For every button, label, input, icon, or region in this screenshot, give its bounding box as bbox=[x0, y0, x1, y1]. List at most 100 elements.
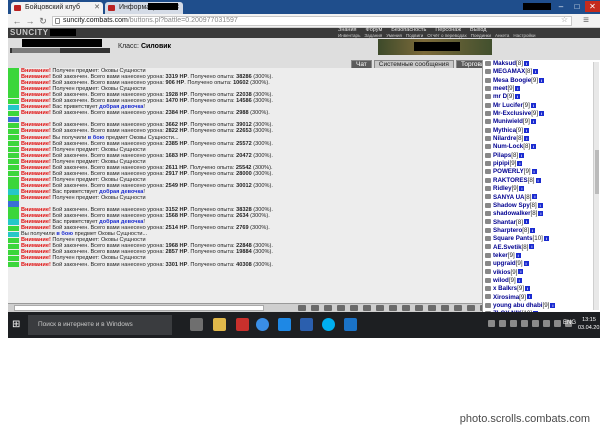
online-user[interactable]: young abu dhabi[9] i bbox=[483, 302, 600, 310]
user-name[interactable]: Maksud bbox=[493, 60, 516, 67]
online-user[interactable]: Num-Lock[8] i bbox=[483, 143, 600, 151]
tray-icon[interactable] bbox=[488, 320, 495, 327]
task-view-icon[interactable] bbox=[190, 318, 203, 331]
online-user[interactable]: Mr Lucifer[9] i bbox=[483, 102, 600, 110]
user-name[interactable]: Mr-Exclusive bbox=[493, 110, 531, 117]
online-user[interactable]: Square Pants[10] i bbox=[483, 235, 600, 243]
user-name[interactable]: teker bbox=[493, 252, 508, 259]
chrome-menu-icon[interactable]: ≡ bbox=[580, 15, 592, 27]
tray-icon[interactable] bbox=[521, 320, 528, 327]
timestamp-marker[interactable] bbox=[8, 189, 19, 195]
online-user[interactable]: wilod[9] i bbox=[483, 277, 600, 285]
user-name[interactable]: Mr Lucifer bbox=[493, 102, 523, 109]
timestamp-marker[interactable] bbox=[8, 219, 19, 225]
user-info-icon[interactable]: i bbox=[515, 94, 520, 100]
online-user[interactable]: Shantar[8] i bbox=[483, 219, 600, 227]
timestamp-marker[interactable] bbox=[8, 183, 19, 189]
chat-tool-icon[interactable] bbox=[402, 305, 410, 311]
online-user[interactable]: Pilaps[8] i bbox=[483, 152, 600, 160]
timestamp-marker[interactable] bbox=[8, 128, 19, 135]
chat-tool-icon[interactable] bbox=[428, 305, 436, 311]
online-user[interactable]: upgraid[9] i bbox=[483, 260, 600, 268]
browser-tab-active[interactable]: Бойцовский клуб ✕ bbox=[11, 2, 103, 14]
game-app-icon[interactable] bbox=[236, 318, 249, 331]
timestamp-marker[interactable] bbox=[8, 231, 19, 237]
tray-icon[interactable] bbox=[510, 320, 517, 327]
user-name[interactable]: RAKTORES bbox=[493, 177, 528, 184]
user-info-icon[interactable]: i bbox=[539, 110, 545, 116]
user-info-icon[interactable]: i bbox=[523, 127, 529, 133]
user-info-icon[interactable]: i bbox=[533, 69, 539, 75]
user-name[interactable]: vikios bbox=[493, 269, 511, 276]
timestamp-marker[interactable] bbox=[8, 237, 19, 243]
timestamp-marker[interactable] bbox=[8, 80, 19, 86]
online-user[interactable]: Shadow Spy[8] i bbox=[483, 202, 600, 210]
online-user[interactable]: RAKTORES[8] i bbox=[483, 177, 600, 185]
chat-tool-icon[interactable] bbox=[350, 305, 358, 311]
user-info-icon[interactable]: i bbox=[535, 177, 541, 183]
chat-tool-icon[interactable] bbox=[298, 305, 306, 311]
user-info-icon[interactable]: i bbox=[515, 252, 521, 258]
ad-banner[interactable] bbox=[378, 39, 492, 55]
timestamp-marker[interactable] bbox=[8, 104, 19, 110]
user-name[interactable]: Mesa Boogie bbox=[493, 77, 531, 84]
maximize-icon[interactable]: □ bbox=[569, 1, 585, 12]
user-name[interactable]: Num-Lock bbox=[493, 143, 523, 150]
user-info-icon[interactable]: i bbox=[523, 219, 529, 225]
user-info-icon[interactable]: i bbox=[524, 286, 530, 292]
user-name[interactable]: Shantar bbox=[493, 219, 516, 226]
user-info-icon[interactable]: i bbox=[515, 85, 521, 91]
tab-chat[interactable]: Чат bbox=[351, 60, 372, 68]
user-info-icon[interactable]: i bbox=[537, 202, 543, 208]
timestamp-marker[interactable] bbox=[8, 140, 19, 147]
user-info-icon[interactable]: i bbox=[531, 144, 537, 150]
language-indicator[interactable]: ENG bbox=[563, 320, 576, 326]
timestamp-marker[interactable] bbox=[8, 110, 19, 117]
online-user[interactable]: Xirosima[9] i bbox=[483, 294, 600, 302]
timestamp-marker[interactable] bbox=[8, 249, 19, 256]
chat-tool-icon[interactable] bbox=[311, 305, 319, 311]
tab-close-icon[interactable]: ✕ bbox=[94, 2, 100, 14]
online-user[interactable]: shadowalker[8] i bbox=[483, 210, 600, 218]
reload-icon[interactable]: ↻ bbox=[37, 15, 49, 27]
user-info-icon[interactable]: i bbox=[550, 302, 556, 308]
timestamp-marker[interactable] bbox=[8, 68, 19, 74]
timestamp-marker[interactable] bbox=[8, 116, 19, 123]
user-info-icon[interactable]: i bbox=[527, 294, 533, 300]
user-info-icon[interactable]: i bbox=[532, 194, 538, 200]
chat-tool-icon[interactable] bbox=[454, 305, 462, 311]
user-name[interactable]: Shadow Spy bbox=[493, 202, 530, 209]
online-user[interactable]: vikios[9] i bbox=[483, 269, 600, 277]
chat-tool-icon[interactable] bbox=[376, 305, 384, 311]
chat-tool-icon[interactable] bbox=[467, 305, 475, 311]
tray-icon[interactable] bbox=[532, 320, 539, 327]
file-explorer-icon[interactable] bbox=[213, 318, 226, 331]
online-user[interactable]: teker[9] i bbox=[483, 252, 600, 260]
user-info-icon[interactable]: i bbox=[519, 152, 525, 158]
user-info-icon[interactable]: i bbox=[518, 269, 524, 275]
timestamp-marker[interactable] bbox=[8, 255, 19, 262]
user-info-icon[interactable]: i bbox=[516, 277, 522, 283]
user-name[interactable]: MEGAMAX bbox=[493, 68, 525, 75]
online-user[interactable]: Sharptero[8] i bbox=[483, 227, 600, 235]
timestamp-marker[interactable] bbox=[8, 201, 19, 207]
timestamp-marker[interactable] bbox=[8, 243, 19, 250]
user-name[interactable]: POWERLY bbox=[493, 168, 524, 175]
forward-icon[interactable]: → bbox=[24, 15, 36, 27]
tray-icon[interactable] bbox=[554, 320, 561, 327]
user-info-icon[interactable]: i bbox=[517, 160, 523, 166]
online-user[interactable]: Mesa Boogie[9] i bbox=[483, 77, 600, 85]
online-user[interactable]: pipipi[9] i bbox=[483, 160, 600, 168]
tab-system-messages[interactable]: Системные сообщения bbox=[373, 60, 454, 68]
chat-tool-icon[interactable] bbox=[324, 305, 332, 311]
chat-message-input[interactable] bbox=[14, 305, 264, 311]
online-user[interactable]: Mythica[9] i bbox=[483, 127, 600, 135]
user-name[interactable]: pipipi bbox=[493, 160, 510, 167]
taskbar-search[interactable]: Поиск в интернете и в Windows bbox=[28, 315, 172, 335]
online-user[interactable]: Ridley[9] i bbox=[483, 185, 600, 193]
user-info-icon[interactable]: i bbox=[524, 135, 530, 141]
online-user[interactable]: POWERLY[9] i bbox=[483, 168, 600, 176]
timestamp-marker[interactable] bbox=[8, 159, 19, 165]
online-user[interactable]: MEGAMAX[8] i bbox=[483, 68, 600, 76]
user-name[interactable]: AE.Svetik bbox=[493, 244, 522, 251]
